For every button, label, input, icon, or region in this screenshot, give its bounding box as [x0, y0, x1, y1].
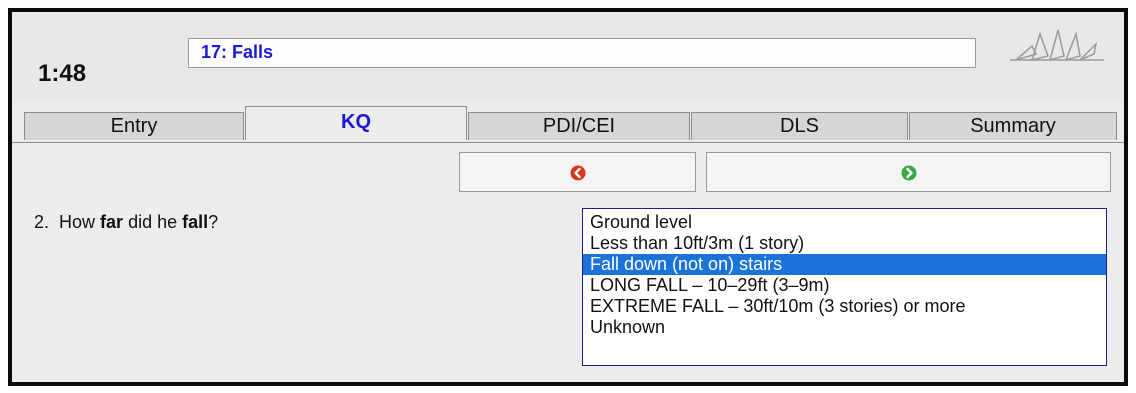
answer-option[interactable]: LONG FALL – 10–29ft (3–9m)	[583, 275, 1106, 296]
forward-arrow-icon	[901, 165, 917, 181]
window-frame: 1:48 17: Falls Entry KQ PDI/CEI DLS Summ…	[8, 8, 1128, 386]
answer-option[interactable]: Less than 10ft/3m (1 story)	[583, 233, 1106, 254]
question-keyword-far: far	[100, 212, 124, 232]
protocol-title-box: 17: Falls	[188, 38, 976, 68]
answer-option[interactable]: Unknown	[583, 317, 1106, 338]
answer-option-selected[interactable]: Fall down (not on) stairs	[583, 254, 1106, 275]
answer-listbox[interactable]: Ground level Less than 10ft/3m (1 story)…	[582, 208, 1107, 366]
answer-option[interactable]: Ground level	[583, 212, 1106, 233]
back-arrow-icon	[570, 165, 586, 181]
tab-pdi-cei[interactable]: PDI/CEI	[468, 112, 690, 140]
question-part: How	[59, 212, 101, 232]
question-number: 2.	[34, 212, 50, 232]
forward-button[interactable]	[706, 152, 1111, 192]
header: 1:48 17: Falls	[12, 12, 1124, 102]
tab-summary[interactable]: Summary	[909, 112, 1117, 140]
question-part: ?	[208, 212, 219, 232]
protocol-panel: 1:48 17: Falls Entry KQ PDI/CEI DLS Summ…	[12, 12, 1124, 382]
answer-option[interactable]: EXTREME FALL – 30ft/10m (3 stories) or m…	[583, 296, 1106, 317]
back-button[interactable]	[459, 152, 696, 192]
tab-kq[interactable]: KQ	[245, 106, 467, 140]
tab-entry[interactable]: Entry	[24, 112, 244, 140]
protocol-title: 17: Falls	[201, 42, 274, 62]
tab-divider	[12, 142, 1124, 143]
logo-icon	[1010, 29, 1104, 62]
tab-bar: Entry KQ PDI/CEI DLS Summary	[12, 106, 1124, 144]
call-timer: 1:48	[38, 60, 87, 87]
question-part: did he	[123, 212, 183, 232]
question-keyword-fall: fall	[182, 212, 209, 232]
question-text: 2. How far did he fall?	[34, 212, 218, 233]
tab-dls[interactable]: DLS	[691, 112, 908, 140]
